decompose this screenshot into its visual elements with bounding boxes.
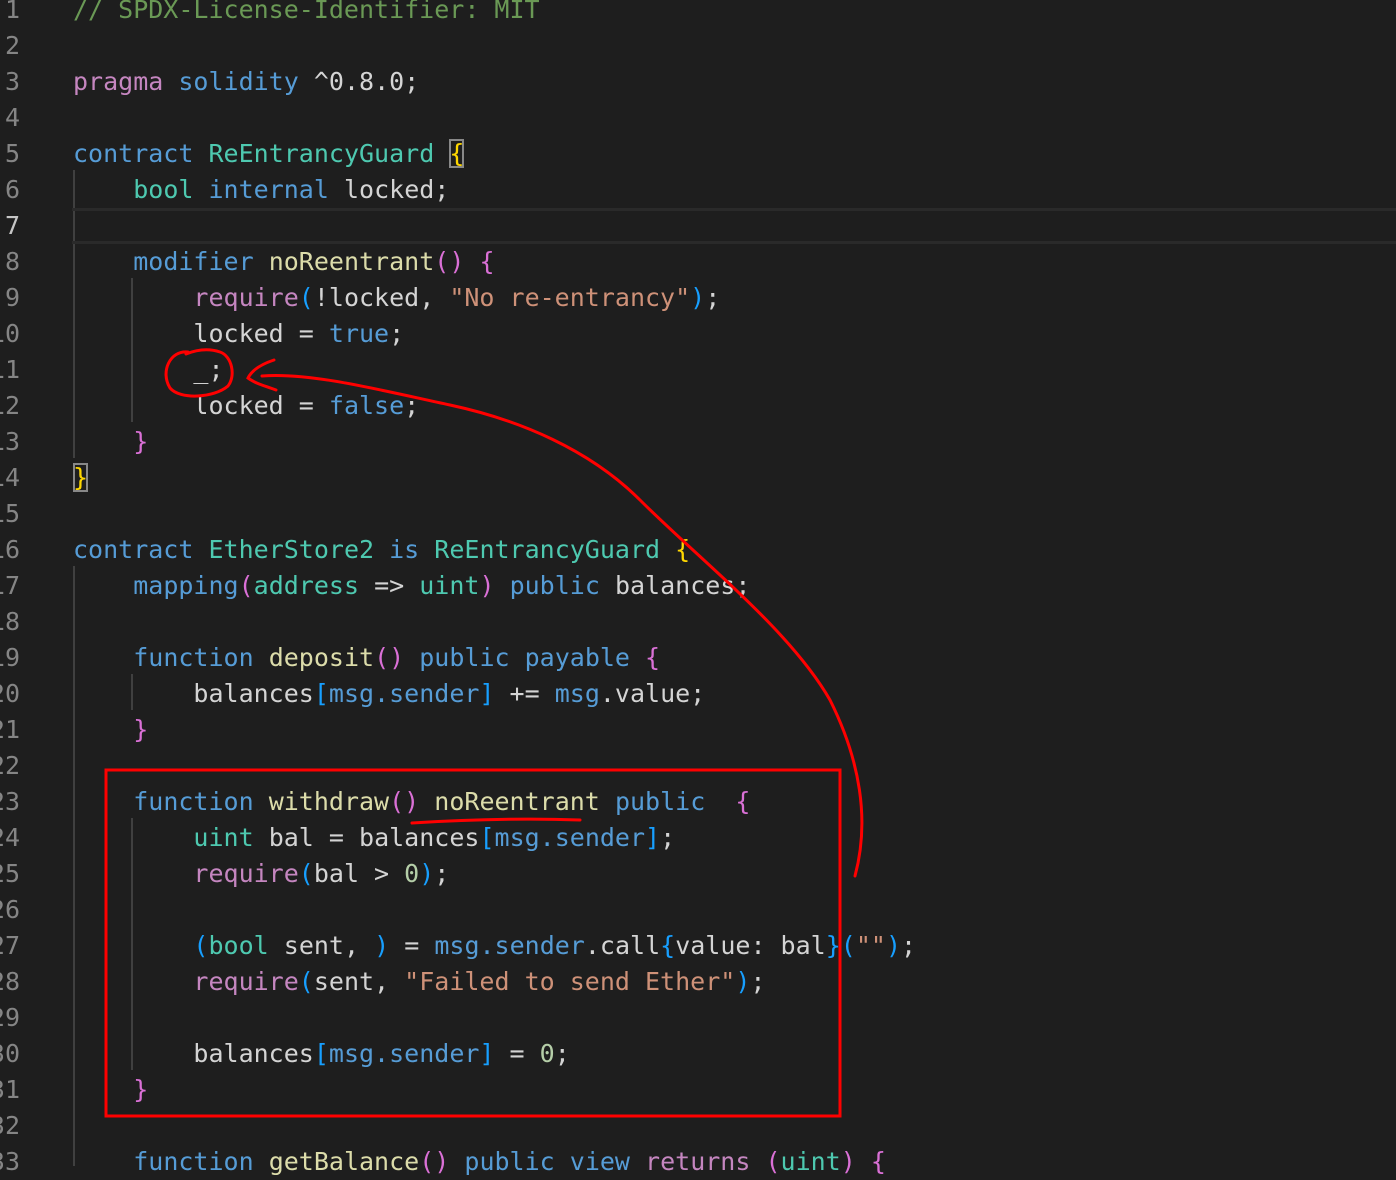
code-line[interactable]: 32 [0, 1108, 1396, 1144]
line-number: 33 [0, 1147, 20, 1176]
line-number: 4 [4, 103, 20, 132]
code-line[interactable]: 15 [0, 496, 1396, 532]
line-number: 13 [0, 427, 20, 456]
line-number: 21 [0, 715, 20, 744]
code-line[interactable]: 31 } [0, 1072, 1396, 1108]
line-number: 5 [4, 139, 20, 168]
line-number: 2 [4, 31, 20, 60]
line-number: 29 [0, 1003, 20, 1032]
line-number: 10 [0, 319, 20, 348]
line-number: 9 [4, 283, 20, 312]
current-line[interactable]: 7 [0, 208, 1396, 244]
code-line[interactable]: 16contract EtherStore2 is ReEntrancyGuar… [0, 532, 1396, 568]
code-line[interactable]: 28 require(sent, "Failed to send Ether")… [0, 964, 1396, 1000]
code-line[interactable]: 9 require(!locked, "No re-entrancy"); [0, 280, 1396, 316]
line-number: 18 [0, 607, 20, 636]
line-number: 20 [0, 679, 20, 708]
code-line[interactable]: 24 uint bal = balances[msg.sender]; [0, 820, 1396, 856]
code-line[interactable]: 14} [0, 460, 1396, 496]
line-number: 30 [0, 1039, 20, 1068]
line-number: 23 [0, 787, 20, 816]
line-number: 27 [0, 931, 20, 960]
code-line[interactable]: 18 [0, 604, 1396, 640]
code-line[interactable]: 30 balances[msg.sender] = 0; [0, 1036, 1396, 1072]
code-line[interactable]: 6 bool internal locked; [0, 172, 1396, 208]
line-number: 3 [4, 67, 20, 96]
code-editor[interactable]: 1 // SPDX-License-Identifier: MIT 2 3 prag… [0, 0, 1396, 1180]
code-line[interactable]: 23 function withdraw() noReentrant publi… [0, 784, 1396, 820]
code-line[interactable]: 29 [0, 1000, 1396, 1036]
code-line[interactable]: 4 [0, 100, 1396, 136]
code-line[interactable]: 33 function getBalance() public view ret… [0, 1144, 1396, 1180]
line-number: 15 [0, 499, 20, 528]
line-number: 12 [0, 391, 20, 420]
code-line[interactable]: 3 pragma solidity ^0.8.0; [0, 64, 1396, 100]
line-number: 25 [0, 859, 20, 888]
line-number: 7 [4, 211, 20, 240]
placeholder-statement: _; [193, 355, 224, 384]
line-number: 22 [0, 751, 20, 780]
code-line[interactable]: 2 [0, 28, 1396, 64]
code-line[interactable]: 13 } [0, 424, 1396, 460]
line-number: 28 [0, 967, 20, 996]
line-number: 6 [4, 175, 20, 204]
noreentrant-modifier-usage: noReentrant [434, 787, 600, 816]
line-number: 1 [4, 0, 20, 24]
line-number: 32 [0, 1111, 20, 1140]
code-line[interactable]: 25 require(bal > 0); [0, 856, 1396, 892]
code-line[interactable]: 19 function deposit() public payable { [0, 640, 1396, 676]
line-number: 19 [0, 643, 20, 672]
code-line[interactable]: 26 [0, 892, 1396, 928]
line-number: 26 [0, 895, 20, 924]
line-number: 17 [0, 571, 20, 600]
code-line[interactable]: 5 contract ReEntrancyGuard { [0, 136, 1396, 172]
line-number: 8 [4, 247, 20, 276]
line-number: 14 [0, 463, 20, 492]
code-line[interactable]: 17 mapping(address => uint) public balan… [0, 568, 1396, 604]
line-number: 31 [0, 1075, 20, 1104]
license-comment: // SPDX-License-Identifier: MIT [73, 0, 540, 24]
line-number: 24 [0, 823, 20, 852]
code-line[interactable]: 8 modifier noReentrant() { [0, 244, 1396, 280]
line-number: 16 [0, 535, 20, 564]
code-line[interactable]: 22 [0, 748, 1396, 784]
code-line[interactable]: 11 _; [0, 352, 1396, 388]
line-number: 11 [0, 355, 20, 384]
code-line[interactable]: 10 locked = true; [0, 316, 1396, 352]
code-line[interactable]: 27 (bool sent, ) = msg.sender.call{value… [0, 928, 1396, 964]
code-line[interactable]: 21 } [0, 712, 1396, 748]
code-line[interactable]: 1 // SPDX-License-Identifier: MIT [0, 0, 1396, 28]
code-line[interactable]: 20 balances[msg.sender] += msg.value; [0, 676, 1396, 712]
code-line[interactable]: 12 locked = false; [0, 388, 1396, 424]
